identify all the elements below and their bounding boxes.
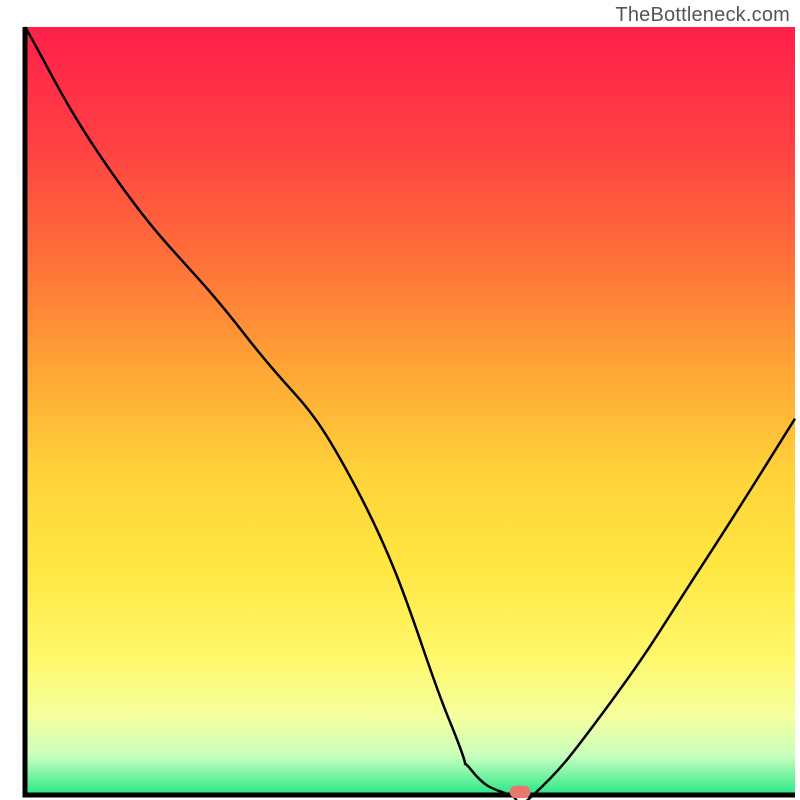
chart-container: TheBottleneck.com <box>0 0 800 800</box>
optimum-marker <box>510 786 531 798</box>
bottleneck-chart <box>0 0 800 800</box>
plot-background <box>25 27 795 795</box>
